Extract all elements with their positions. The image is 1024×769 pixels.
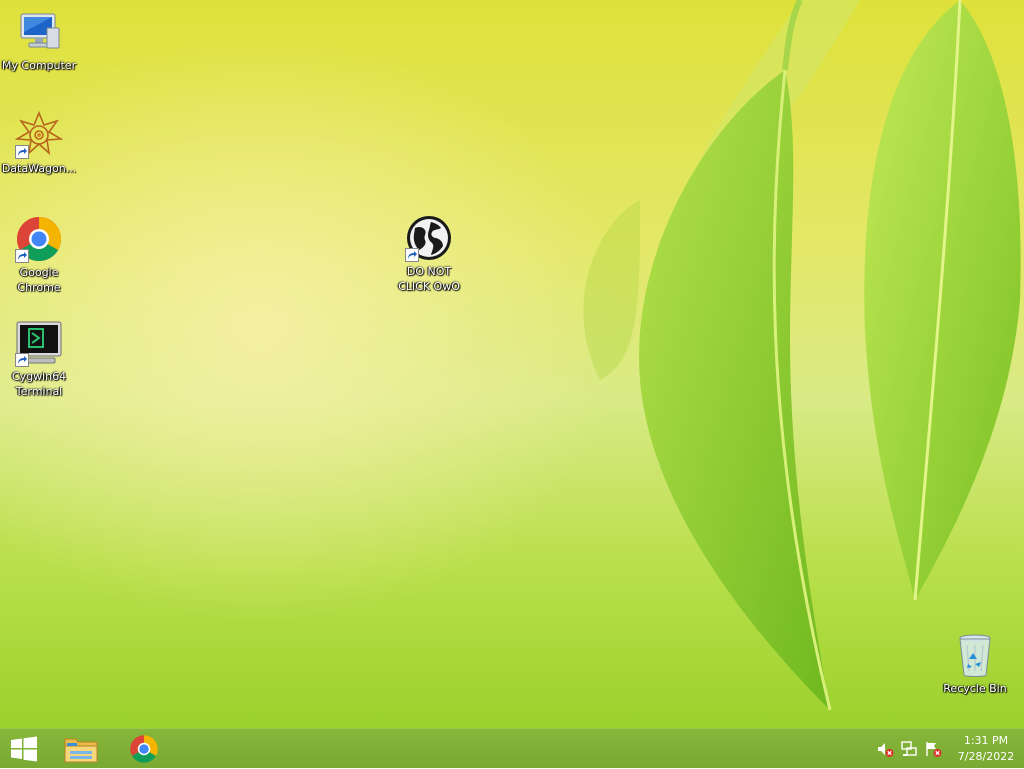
- shortcut-arrow-icon: [405, 248, 419, 262]
- action-center-flag-icon[interactable]: [924, 740, 942, 758]
- desktop-icon-label: DataWagon...: [1, 162, 77, 175]
- taskbar-clock[interactable]: 1:31 PM 7/28/2022: [954, 733, 1018, 765]
- taskbar-google-chrome[interactable]: [120, 729, 168, 769]
- network-icon[interactable]: [900, 740, 918, 758]
- shortcut-arrow-icon: [15, 249, 29, 263]
- desktop-icon-label: Recycle Bin: [943, 682, 1007, 695]
- start-icon: [11, 736, 37, 762]
- shortcut-arrow-icon: [15, 353, 29, 367]
- desktop-icon-google-chrome[interactable]: Google Chrome: [0, 215, 78, 295]
- wallpaper-leaves: [583, 0, 1021, 711]
- desktop-icon-datawagon[interactable]: DataWagon...: [0, 110, 78, 176]
- clock-time: 1:31 PM: [963, 734, 1009, 747]
- desktop-icon-label: DO NOT CLICK OwO: [398, 265, 460, 293]
- taskbar: 1:31 PM 7/28/2022: [0, 728, 1024, 768]
- recycle-bin-icon: [951, 631, 999, 679]
- desktop-icon-recycle-bin[interactable]: Recycle Bin: [936, 631, 1014, 696]
- shortcut-arrow-icon: [15, 145, 29, 159]
- desktop-icon-label: Cygwin64 Terminal: [11, 370, 67, 398]
- globe-icon: [405, 214, 453, 262]
- desktop-icon-my-computer[interactable]: My Computer: [0, 8, 78, 73]
- terminal-icon: [15, 319, 63, 367]
- file-explorer-icon: [64, 738, 98, 763]
- desktop-icon-do-not-click[interactable]: DO NOT CLICK OwO: [390, 214, 468, 294]
- desktop-icon-label: My Computer: [1, 59, 77, 72]
- datawagon-icon: [14, 110, 64, 159]
- desktop-icon-cygwin64-terminal[interactable]: Cygwin64 Terminal: [0, 319, 78, 399]
- volume-muted-icon[interactable]: [876, 740, 894, 758]
- clock-date: 7/28/2022: [957, 750, 1015, 763]
- chrome-icon: [130, 735, 158, 763]
- system-tray: 1:31 PM 7/28/2022: [864, 729, 1024, 769]
- taskbar-file-explorer[interactable]: [57, 729, 105, 769]
- desktop-icon-label: Google Chrome: [17, 266, 61, 294]
- computer-icon: [15, 8, 63, 56]
- desktop[interactable]: My Computer DataWagon... Google Chrome C…: [0, 0, 1024, 728]
- chrome-icon: [15, 215, 63, 263]
- start-button[interactable]: [0, 729, 48, 769]
